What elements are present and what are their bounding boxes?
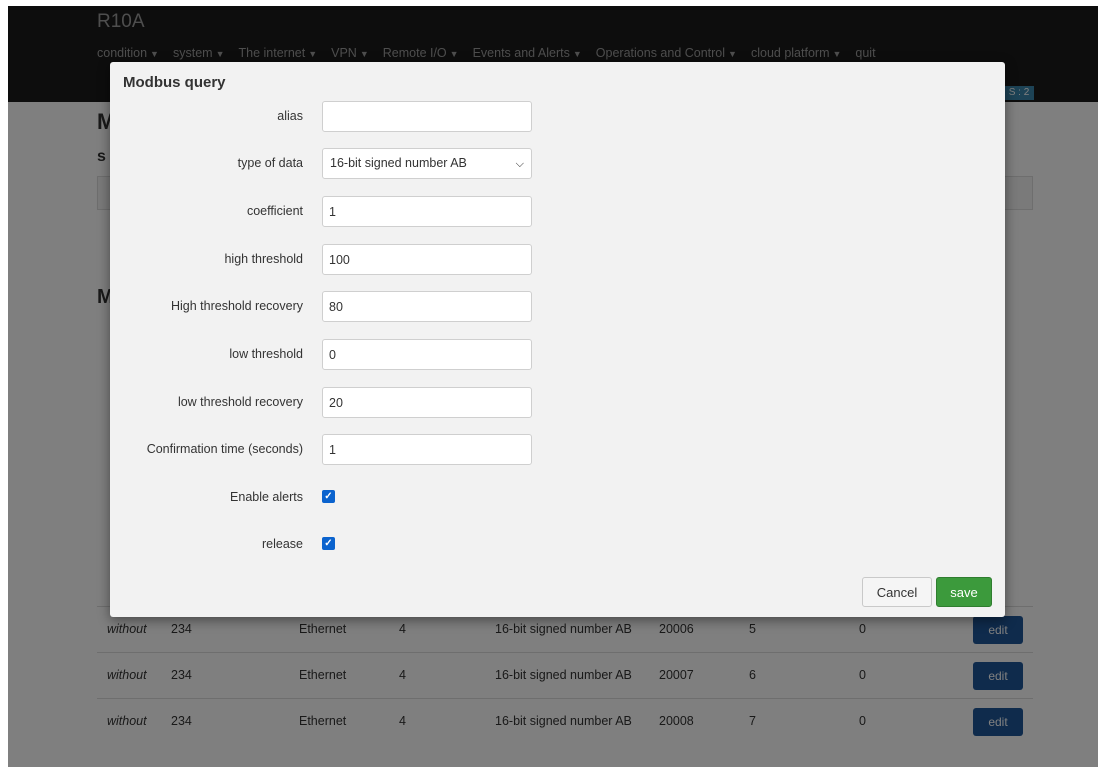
low-threshold-input[interactable]	[322, 339, 532, 370]
coefficient-label: coefficient	[246, 204, 303, 218]
type-of-data-value: 16-bit signed number AB	[330, 156, 467, 170]
release-label: release	[262, 537, 303, 551]
alias-input[interactable]	[322, 101, 532, 132]
release-checkbox[interactable]: ✓	[322, 537, 335, 550]
save-button[interactable]: save	[936, 577, 992, 607]
field-row-confirmation-time: Confirmation time (seconds)	[110, 434, 550, 466]
field-row-low-threshold-recovery: low threshold recovery	[110, 387, 550, 419]
high-threshold-recovery-input[interactable]	[322, 291, 532, 322]
field-row-low-threshold: low threshold	[110, 339, 550, 371]
low-threshold-label: low threshold	[229, 347, 303, 361]
type-of-data-label: type of data	[237, 156, 303, 170]
confirmation-time-input[interactable]	[322, 434, 532, 465]
coefficient-input[interactable]	[322, 196, 532, 227]
field-row-enable-alerts: Enable alerts ✓	[110, 482, 550, 514]
cancel-button[interactable]: Cancel	[862, 577, 932, 607]
field-row-release: release ✓	[110, 529, 550, 561]
field-row-high-threshold-recovery: High threshold recovery	[110, 291, 550, 323]
field-row-alias: alias	[110, 101, 550, 133]
high-threshold-input[interactable]	[322, 244, 532, 275]
field-row-coefficient: coefficient	[110, 196, 550, 228]
confirmation-time-label: Confirmation time (seconds)	[146, 442, 303, 456]
low-threshold-recovery-label: low threshold recovery	[177, 395, 303, 409]
modal-title: Modbus query	[123, 74, 226, 91]
field-row-high-threshold: high threshold	[110, 244, 550, 276]
enable-alerts-checkbox[interactable]: ✓	[322, 490, 335, 503]
type-of-data-select[interactable]: 16-bit signed number AB ⌵	[322, 148, 532, 179]
chevron-down-icon: ⌵	[515, 158, 524, 170]
low-threshold-recovery-input[interactable]	[322, 387, 532, 418]
enable-alerts-label: Enable alerts	[230, 490, 303, 504]
modbus-query-dialog: Modbus query alias type of data 16-bit s…	[110, 62, 1005, 617]
alias-label: alias	[277, 109, 303, 123]
high-threshold-label: high threshold	[224, 252, 303, 266]
field-row-type-of-data: type of data 16-bit signed number AB ⌵	[110, 148, 550, 180]
high-threshold-recovery-label: High threshold recovery	[170, 299, 303, 313]
